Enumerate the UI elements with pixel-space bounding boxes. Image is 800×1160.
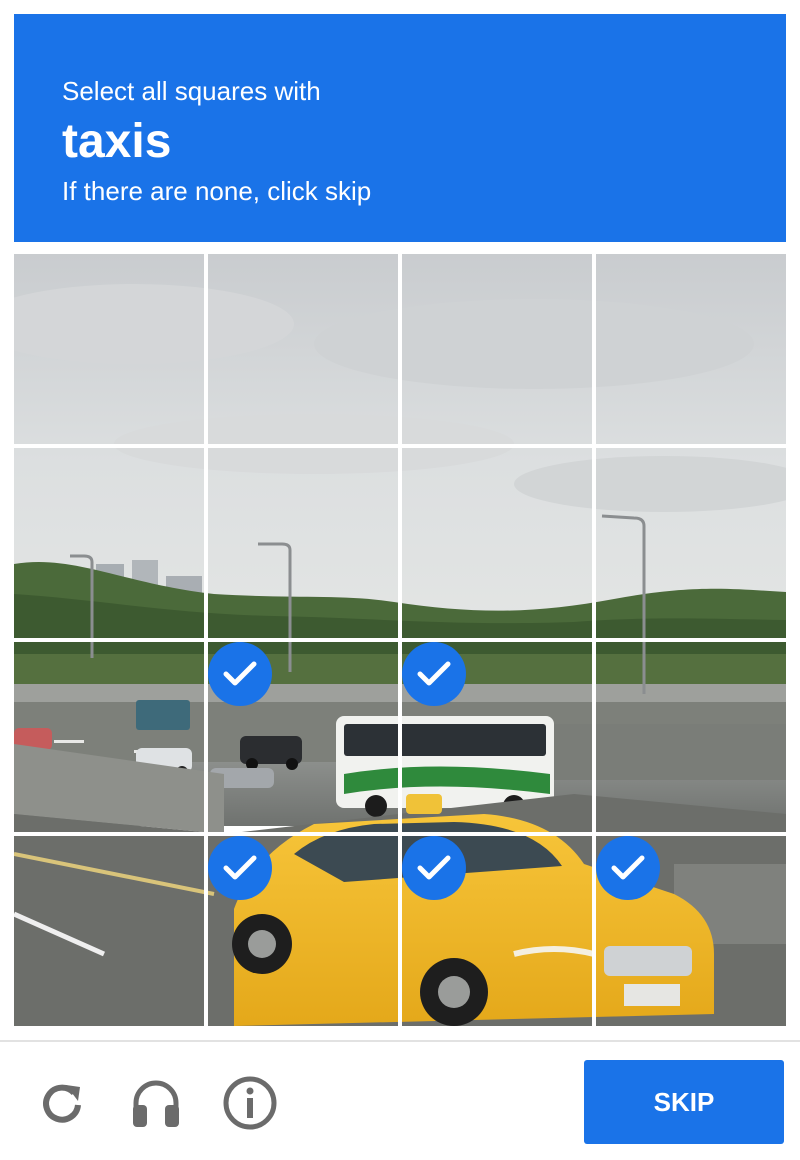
image-tile-r3c1[interactable]	[14, 642, 204, 832]
image-tile-r3c2[interactable]	[208, 642, 398, 832]
image-tile-r4c4[interactable]	[596, 836, 786, 1026]
skip-hint-text: If there are none, click skip	[62, 176, 372, 206]
image-tile-r3c3[interactable]	[402, 642, 592, 832]
image-tile-r4c1[interactable]	[14, 836, 204, 1026]
image-tile-r3c4[interactable]	[596, 642, 786, 832]
image-tile-r2c2[interactable]	[208, 448, 398, 638]
image-tile-r1c2[interactable]	[208, 254, 398, 444]
image-tile-r2c4[interactable]	[596, 448, 786, 638]
target-keyword: taxis	[62, 115, 172, 168]
image-tile-r1c3[interactable]	[402, 254, 592, 444]
challenge-header: Select all squares with taxis If there a…	[14, 14, 786, 242]
image-tile-r4c3[interactable]	[402, 836, 592, 1026]
selected-check-icon	[402, 642, 466, 706]
image-tile-r1c1[interactable]	[14, 254, 204, 444]
instruction-text: Select all squares with	[62, 76, 321, 106]
selected-check-icon	[596, 836, 660, 900]
reload-icon[interactable]	[34, 1075, 90, 1131]
selected-check-icon	[208, 836, 272, 900]
image-grid	[14, 254, 786, 1026]
selected-check-icon	[208, 642, 272, 706]
footer-divider	[0, 1040, 800, 1042]
info-icon[interactable]	[222, 1075, 278, 1131]
audio-headphones-icon[interactable]	[128, 1075, 184, 1131]
skip-button[interactable]: SKIP	[584, 1060, 784, 1144]
image-tile-r2c1[interactable]	[14, 448, 204, 638]
selected-check-icon	[402, 836, 466, 900]
image-tile-r4c2[interactable]	[208, 836, 398, 1026]
image-tile-r1c4[interactable]	[596, 254, 786, 444]
image-tile-r2c3[interactable]	[402, 448, 592, 638]
